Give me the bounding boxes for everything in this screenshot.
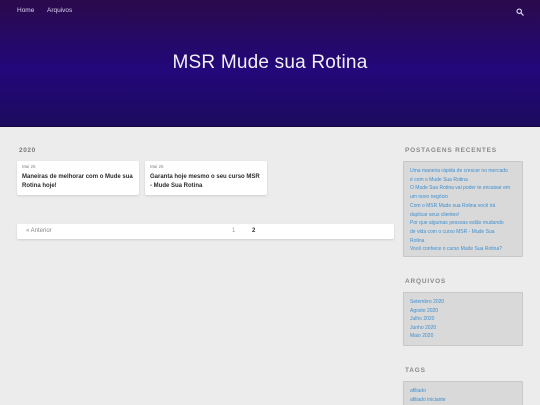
recent-posts-title: POSTAGENS RECENTES xyxy=(405,147,497,154)
current-page: 2 xyxy=(252,228,256,234)
tags-widget: afiliado afiliado iniciante xyxy=(403,381,523,405)
recent-posts-widget: Uma maneira rápida de crescer no mercado… xyxy=(403,161,523,257)
recent-post-link[interactable]: de vida com o curso MSR - Mude Sua xyxy=(410,228,516,237)
pagination: « Anterior 1 2 xyxy=(17,224,394,239)
year-heading: 2020 xyxy=(19,147,36,154)
tag-link[interactable]: afiliado iniciante xyxy=(410,396,516,405)
post-title[interactable]: Maneiras de melhorar com o Mude sua Roti… xyxy=(22,173,134,190)
site-title[interactable]: MSR Mude sua Rotina xyxy=(0,52,540,74)
post-title[interactable]: Garanta hoje mesmo o seu curso MSR - Mud… xyxy=(150,173,262,190)
recent-post-link[interactable]: Por que algumas pessoas estão mudando xyxy=(410,219,516,228)
recent-post-link[interactable]: Com o MSR Mude sua Rotina você irá xyxy=(410,202,516,211)
post-card[interactable]: Mai 26 Garanta hoje mesmo o seu curso MS… xyxy=(145,161,267,195)
archive-link[interactable]: Agosto 2020 xyxy=(410,307,516,316)
recent-post-link[interactable]: O Mude Sua Rotina vai poder te encaixar … xyxy=(410,184,516,193)
tags-title: TAGS xyxy=(405,367,426,374)
archive-link[interactable]: Julho 2020 xyxy=(410,315,516,324)
archive-link[interactable]: Setembro 2020 xyxy=(410,298,516,307)
archive-link[interactable]: Maio 2020 xyxy=(410,332,516,341)
recent-post-link[interactable]: é com o Mude Sua Rotina xyxy=(410,176,516,185)
post-card[interactable]: Mai 26 Maneiras de melhorar com o Mude s… xyxy=(17,161,139,195)
post-date: Mai 26 xyxy=(150,164,164,169)
recent-post-link[interactable]: um novo negócio xyxy=(410,193,516,202)
post-date: Mai 26 xyxy=(22,164,36,169)
recent-post-link[interactable]: Uma maneira rápida de crescer no mercado xyxy=(410,167,516,176)
recent-post-link[interactable]: duplicar seus clientes! xyxy=(410,211,516,220)
nav-home-link[interactable]: Home xyxy=(17,7,34,14)
archive-link[interactable]: Junho 2020 xyxy=(410,324,516,333)
previous-page-link[interactable]: « Anterior xyxy=(26,228,52,234)
recent-post-link[interactable]: Rotina xyxy=(410,237,516,246)
top-navigation: Home Arquivos xyxy=(0,0,540,24)
search-icon[interactable] xyxy=(516,8,524,16)
tag-link[interactable]: afiliado xyxy=(410,387,516,396)
recent-post-link[interactable]: Você conhece o curso Mude Sua Rotina? xyxy=(410,245,516,254)
archives-widget: Setembro 2020 Agosto 2020 Julho 2020 Jun… xyxy=(403,292,523,346)
archives-title: ARQUIVOS xyxy=(405,278,447,285)
nav-archives-link[interactable]: Arquivos xyxy=(47,7,72,14)
page-1-link[interactable]: 1 xyxy=(232,228,235,234)
header-hero: Home Arquivos MSR Mude sua Rotina xyxy=(0,0,540,127)
